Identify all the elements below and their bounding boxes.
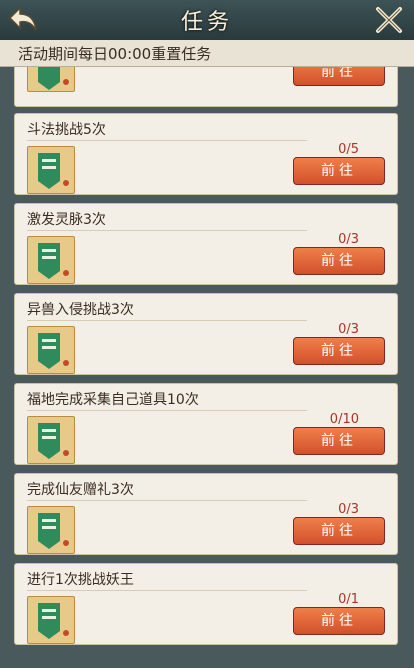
- task-card: 福地完成采集自己道具10次 0/10 前往: [14, 383, 398, 465]
- task-name: 进行1次挑战妖王: [27, 572, 134, 588]
- task-name: 激发灵脉3次: [27, 212, 106, 228]
- go-button[interactable]: 前往: [293, 157, 385, 185]
- task-card-partial: 前往: [14, 67, 398, 107]
- scroll-banner-icon: [27, 506, 75, 554]
- task-name: 福地完成采集自己道具10次: [27, 392, 199, 408]
- task-card: 异兽入侵挑战3次 0/3 前往: [14, 293, 398, 375]
- task-card: 进行1次挑战妖王 0/1 前往: [14, 563, 398, 645]
- task-card: 斗法挑战5次 0/5 前往: [14, 113, 398, 195]
- task-name: 异兽入侵挑战3次: [27, 302, 134, 318]
- go-button[interactable]: 前往: [293, 337, 385, 365]
- task-progress: 0/3: [338, 232, 359, 247]
- task-card: 完成仙友赠礼3次 0/3 前往: [14, 473, 398, 555]
- scroll-banner-icon: [27, 67, 75, 92]
- scroll-banner-icon: [27, 236, 75, 284]
- header-bar: 任务: [0, 0, 414, 42]
- go-button[interactable]: 前往: [293, 427, 385, 455]
- task-progress: 0/5: [338, 142, 359, 157]
- task-card: 激发灵脉3次 0/3 前往: [14, 203, 398, 285]
- page-title: 任务: [180, 10, 233, 35]
- task-name: 完成仙友赠礼3次: [27, 482, 134, 498]
- go-button[interactable]: 前往: [293, 67, 385, 86]
- task-progress: 0/1: [338, 592, 359, 607]
- go-button[interactable]: 前往: [293, 517, 385, 545]
- go-button[interactable]: 前往: [293, 607, 385, 635]
- scroll-banner-icon: [27, 326, 75, 374]
- go-button[interactable]: 前往: [293, 247, 385, 275]
- task-name: 斗法挑战5次: [27, 122, 106, 138]
- task-list[interactable]: 前往 斗法挑战5次 0/5 前往 激发灵脉3次 0/3 前往 异兽入侵挑战3次 …: [0, 67, 414, 668]
- reset-notice: 活动期间每日00:00重置任务: [0, 40, 414, 67]
- scroll-banner-icon: [27, 596, 75, 644]
- task-progress: 0/3: [338, 322, 359, 337]
- task-progress: 0/10: [329, 412, 359, 427]
- scroll-banner-icon: [27, 416, 75, 464]
- scroll-banner-icon: [27, 146, 75, 194]
- task-progress: 0/3: [338, 502, 359, 517]
- close-swords-icon[interactable]: [374, 5, 404, 35]
- reset-notice-text: 活动期间每日00:00重置任务: [18, 45, 212, 63]
